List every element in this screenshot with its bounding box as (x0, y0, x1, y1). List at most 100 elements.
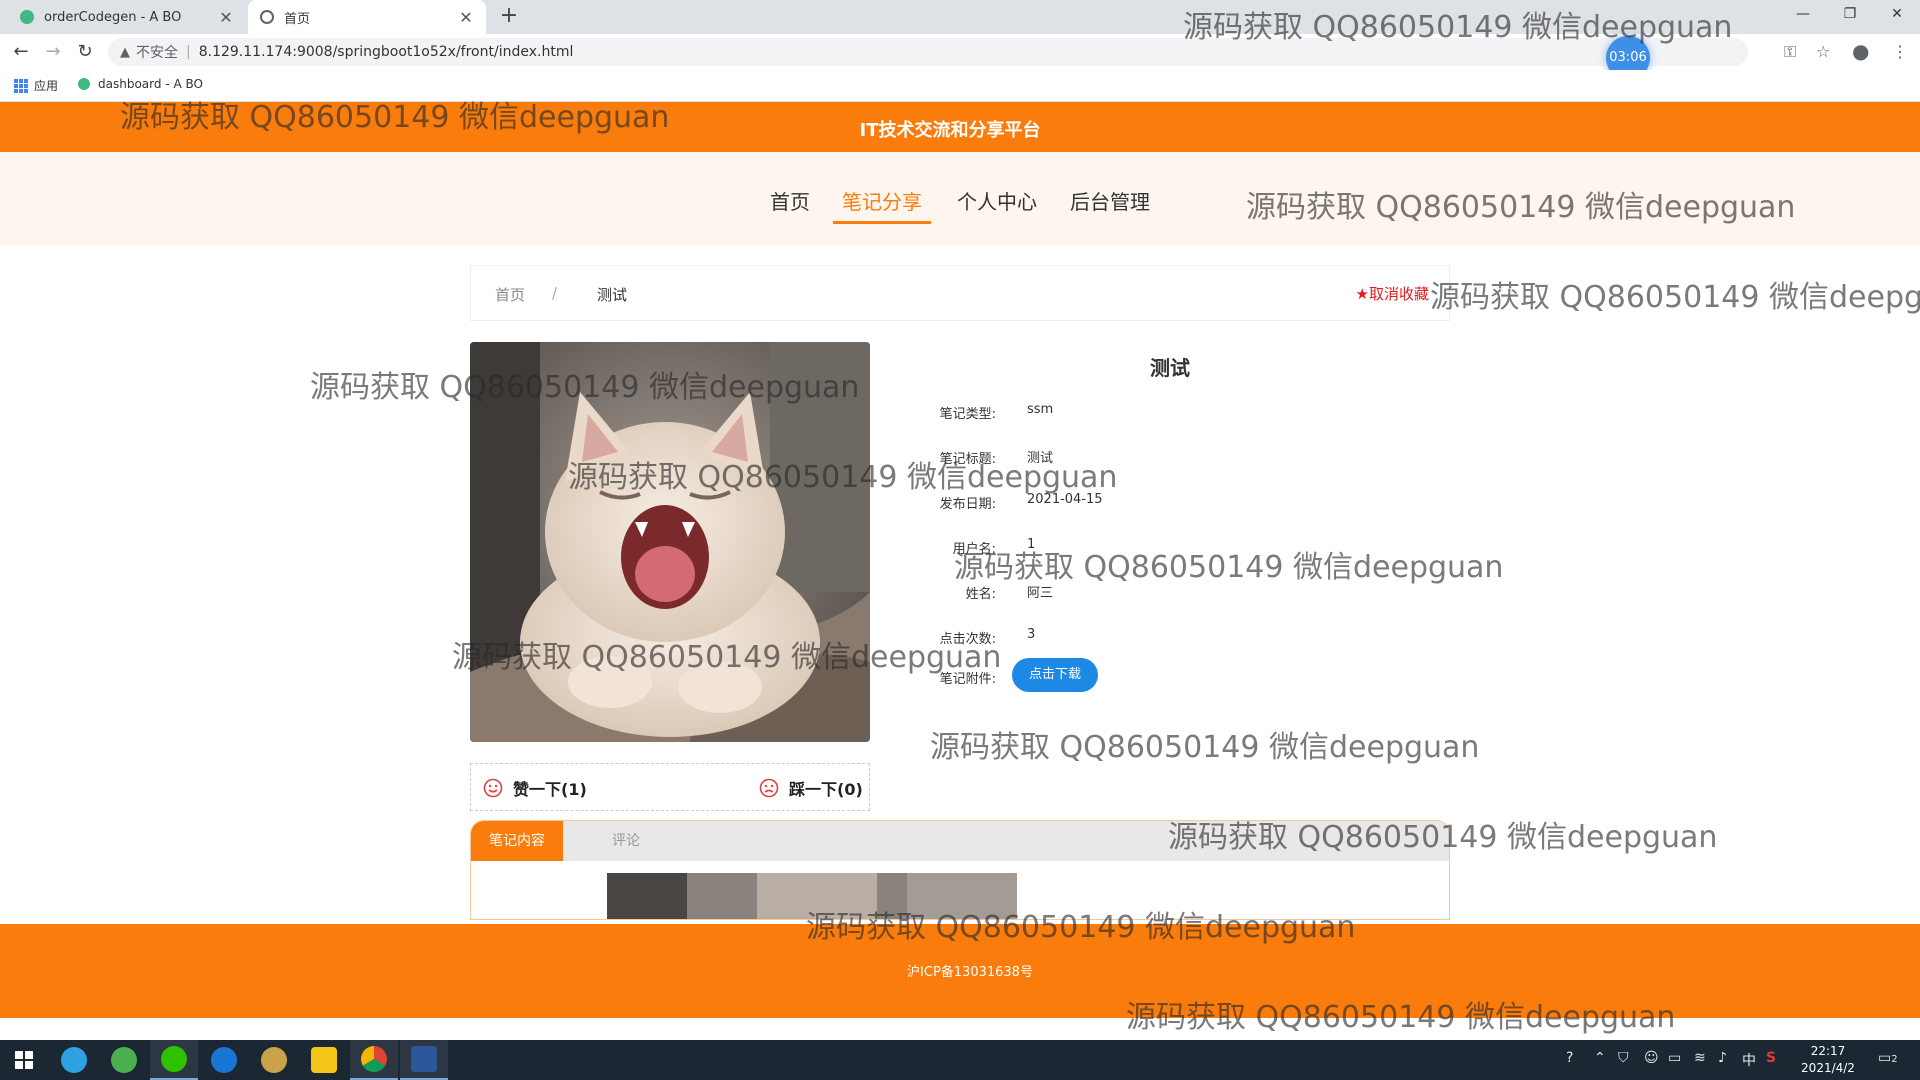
smile-icon (483, 778, 503, 798)
shield-icon[interactable]: ⛉ (1618, 1050, 1629, 1066)
battery-icon[interactable]: ▭ (1668, 1050, 1681, 1066)
taskbar-wechat[interactable] (150, 1040, 198, 1080)
dislike-button[interactable]: 踩一下(0) (759, 776, 863, 800)
vote-bar: 赞一下(1) 踩一下(0) (470, 763, 870, 811)
windows-logo-icon (15, 1051, 33, 1069)
tab-comments[interactable]: 评论 (586, 821, 666, 861)
bookmark-apps[interactable]: 应用 (14, 77, 58, 94)
dislike-label: 踩一下(0) (789, 780, 863, 799)
taskbar-app-people[interactable] (250, 1040, 298, 1080)
field-value-clicks: 3 (1027, 627, 1036, 642)
address-bar[interactable]: ▲ 不安全 | 8.129.11.174:9008/springboot1o52… (108, 38, 1748, 66)
url-divider: | (186, 44, 191, 60)
taskbar-app-green[interactable] (100, 1040, 148, 1080)
nav-item-note-share[interactable]: 笔记分享 (833, 186, 931, 224)
download-button[interactable]: 点击下载 (1012, 658, 1098, 692)
green-app-icon (111, 1047, 137, 1073)
breadcrumb-current: 测试 (597, 286, 628, 304)
browser-tab-home[interactable]: 首页 ✕ (248, 0, 486, 34)
taskbar-app-hex[interactable] (300, 1040, 348, 1080)
profile-icon[interactable]: ● (1852, 39, 1869, 63)
forward-icon[interactable]: → (40, 39, 66, 65)
close-icon[interactable]: ✕ (458, 8, 474, 27)
vue-logo-icon (20, 10, 34, 24)
window-close-icon[interactable]: ✕ (1874, 0, 1920, 30)
field-label-title: 笔记标题: (939, 452, 996, 467)
warning-icon: ▲ (120, 44, 130, 60)
word-icon (411, 1046, 437, 1072)
chrome-icon (361, 1046, 387, 1072)
key-icon[interactable]: ⚿ (1784, 42, 1796, 62)
notification-icon[interactable]: ▭2 (1878, 1050, 1898, 1066)
new-tab-button[interactable]: + (496, 4, 522, 30)
breadcrumb: 首页 / 测试 ★取消收藏 (470, 265, 1450, 321)
search-tool-icon (211, 1047, 237, 1073)
breadcrumb-separator: / (552, 284, 558, 302)
content-tabs-panel: 笔记内容 评论 (470, 820, 1450, 920)
tab-note-content[interactable]: 笔记内容 (471, 821, 563, 861)
like-button[interactable]: 赞一下(1) (483, 776, 587, 800)
globe-icon (260, 10, 274, 24)
nav-item-admin[interactable]: 后台管理 (1070, 186, 1150, 221)
browser-tab-ordercodegen[interactable]: orderCodegen - A BO ✕ (8, 0, 246, 34)
bookmark-dashboard[interactable]: dashboard - A BO (78, 77, 203, 91)
menu-dots-icon[interactable]: ⋮ (1892, 42, 1908, 61)
sogou-icon[interactable]: S (1766, 1050, 1776, 1066)
taskbar-chrome[interactable] (350, 1040, 398, 1080)
notification-count: 2 (1891, 1054, 1898, 1065)
user-tray-icon[interactable]: ☺ (1644, 1050, 1659, 1066)
wifi-icon[interactable]: ≋ (1694, 1050, 1706, 1066)
taskbar-edge[interactable] (50, 1040, 98, 1080)
field-label-username: 用户名: (952, 542, 996, 557)
hexagon-app-icon (311, 1047, 337, 1073)
note-content-image (607, 873, 1017, 919)
back-icon[interactable]: ← (8, 39, 34, 65)
people-icon (261, 1047, 287, 1073)
field-label-date: 发布日期: (939, 497, 996, 512)
field-value-date: 2021-04-15 (1027, 492, 1103, 507)
volume-icon[interactable]: ♪ (1718, 1050, 1727, 1066)
nav-item-home[interactable]: 首页 (770, 186, 810, 221)
url-text: 8.129.11.174:9008/springboot1o52x/front/… (198, 44, 574, 60)
bookmark-label: 应用 (34, 79, 59, 93)
main-nav: 首页 笔记分享 个人中心 后台管理 (0, 152, 1920, 245)
tab-title: 首页 (284, 11, 311, 27)
windows-taskbar: ? ⌃ ⛉ ☺ ▭ ≋ ♪ 中 S 22:17 2021/4/2 ▭2 (0, 1040, 1920, 1080)
page-viewport: IT技术交流和分享平台 首页 笔记分享 个人中心 后台管理 首页 / 测试 ★取… (0, 102, 1920, 1040)
field-value-name: 阿三 (1027, 586, 1054, 601)
field-label-name: 姓名: (965, 587, 996, 602)
unfavorite-button[interactable]: ★取消收藏 (1356, 283, 1429, 304)
site-header: IT技术交流和分享平台 (0, 102, 1920, 152)
maximize-icon[interactable]: ❐ (1827, 0, 1873, 30)
content-tabs-header: 笔记内容 评论 (471, 821, 1449, 861)
security-label: 不安全 (136, 45, 178, 61)
clock-time: 22:17 (1810, 1044, 1846, 1058)
site-footer: 沪ICP备13031638号 (0, 924, 1920, 1018)
close-icon[interactable]: ✕ (218, 8, 234, 27)
field-label-clicks: 点击次数: (939, 632, 996, 647)
taskbar-word[interactable] (400, 1040, 448, 1080)
start-button[interactable] (0, 1040, 48, 1080)
tray-chevron-up-icon[interactable]: ⌃ (1594, 1050, 1606, 1066)
note-cover-image (470, 342, 870, 742)
cat-photo-thumbnail (607, 873, 1017, 919)
reload-icon[interactable]: ↻ (72, 39, 98, 65)
help-icon[interactable]: ? (1566, 1050, 1573, 1066)
taskbar-search-tool[interactable] (200, 1040, 248, 1080)
clock-date: 2021/4/2 (1801, 1061, 1855, 1075)
star-icon: ★ (1355, 285, 1369, 303)
browser-tab-strip: orderCodegen - A BO ✕ 首页 ✕ + — ❐ ✕ (0, 0, 1920, 34)
note-title: 测试 (1150, 356, 1190, 380)
system-clock[interactable]: 22:17 2021/4/2 (1788, 1043, 1868, 1077)
nav-item-personal-center[interactable]: 个人中心 (957, 186, 1037, 221)
tab-title: orderCodegen - A BO (44, 9, 182, 25)
edge-icon (61, 1047, 87, 1073)
breadcrumb-home[interactable]: 首页 (495, 284, 525, 305)
minimize-icon[interactable]: — (1780, 0, 1826, 30)
ime-indicator[interactable]: 中 (1742, 1050, 1756, 1070)
field-label-type: 笔记类型: (939, 407, 996, 422)
field-value-type: ssm (1027, 402, 1054, 417)
bookmark-star-icon[interactable]: ☆ (1816, 42, 1830, 61)
site-title: IT技术交流和分享平台 (859, 120, 1041, 141)
wechat-icon (161, 1046, 187, 1072)
